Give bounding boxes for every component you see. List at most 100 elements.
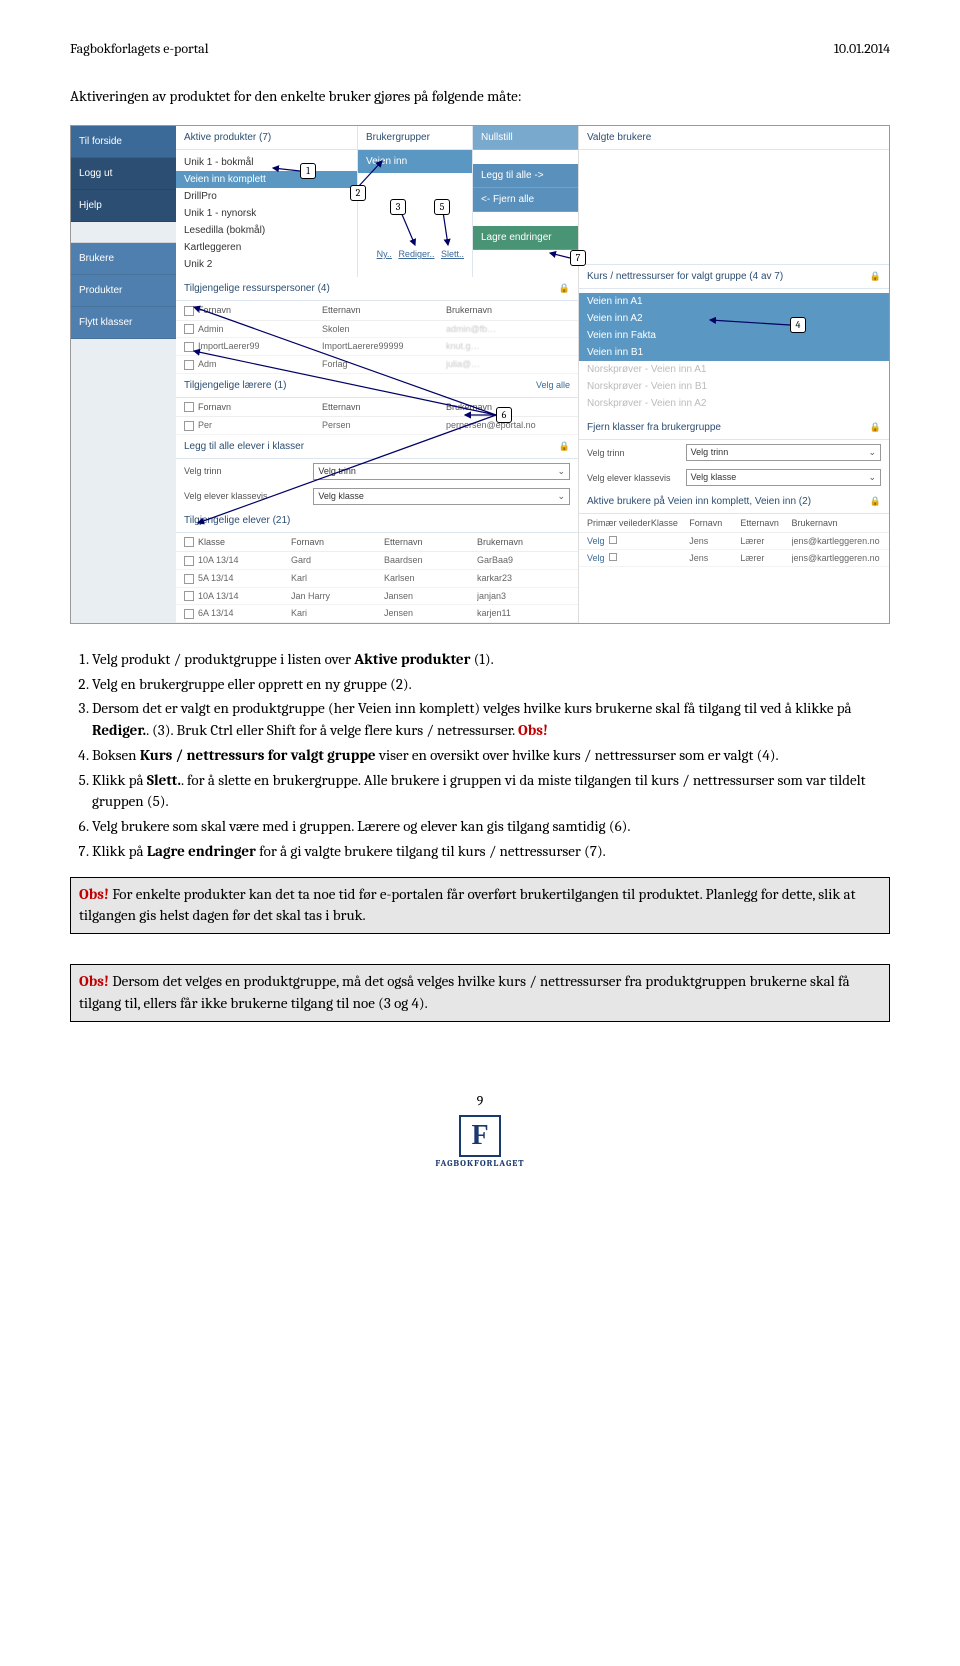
elever-head: Klasse Fornavn Etternavn Brukernavn xyxy=(176,533,578,553)
ressurs-head: Fornavn Etternavn Brukernavn xyxy=(176,301,578,321)
sidebar-item-produkter[interactable]: Produkter xyxy=(71,275,176,307)
leggtil-label-1: Velg elever klassevis xyxy=(184,491,307,501)
table-row[interactable]: AdminSkolenadmin@fb… xyxy=(176,321,578,339)
annot-2: 2 xyxy=(350,185,366,201)
kurs-title: Kurs / nettressurser for valgt gruppe (4… xyxy=(587,271,783,282)
publisher-logo: F FAGBOKFORLAGET xyxy=(70,1115,890,1169)
annot-6: 6 xyxy=(496,407,512,423)
step-item: Klikk på Lagre endringer for å gi valgte… xyxy=(92,841,890,863)
action-buttons-panel: Nullstill Legg til alle -> <- Fjern alle… xyxy=(473,126,578,277)
kurs-item[interactable]: Veien inn A2 xyxy=(579,310,889,327)
kurs-item[interactable]: Norskprøver - Veien inn A1 xyxy=(579,361,889,378)
table-row[interactable]: Velg JensLærerjens@kartleggeren.no xyxy=(579,550,889,567)
sidebar-item-hjelp[interactable]: Hjelp xyxy=(71,190,176,222)
table-row[interactable]: 5A 13/14KarlKarlsenkarkar23 xyxy=(176,570,578,588)
app-sidebar: Til forside Logg ut Hjelp Brukere Produk… xyxy=(71,126,176,623)
group-ny-link[interactable]: Ny.. xyxy=(377,249,392,259)
step-item: Velg en brukergruppe eller opprett en ny… xyxy=(92,674,890,696)
fjern-select-1[interactable]: Velg klasse xyxy=(686,469,881,486)
sidebar-item-loggut[interactable]: Logg ut xyxy=(71,158,176,190)
fjern-label-0: Velg trinn xyxy=(587,448,680,458)
th-etternavn: Etternavn xyxy=(322,402,446,413)
product-item[interactable]: Unik 1 - bokmål xyxy=(176,154,357,171)
annot-3: 3 xyxy=(390,199,406,215)
product-item[interactable]: Veien inn komplett xyxy=(176,171,357,188)
th-fornavn: Fornavn xyxy=(198,305,322,316)
kurs-item[interactable]: Veien inn B1 xyxy=(579,344,889,361)
lock-icon xyxy=(870,271,881,282)
annot-5: 5 xyxy=(434,199,450,215)
laerere-title: Tilgjengelige lærere (1) xyxy=(184,380,286,391)
product-item[interactable]: Unik 1 - nynorsk xyxy=(176,205,357,222)
kurs-item[interactable]: Veien inn A1 xyxy=(579,293,889,310)
header-right: 10.01.2014 xyxy=(834,40,890,57)
groups-title: Brukergrupper xyxy=(366,132,430,143)
th-pv: Primær veileder xyxy=(587,518,651,528)
fjern-alle-button[interactable]: <- Fjern alle xyxy=(473,188,578,212)
lagre-button[interactable]: Lagre endringer xyxy=(473,226,578,250)
table-row[interactable]: AdmForlagjulia@… xyxy=(176,356,578,374)
product-item[interactable]: DrillPro xyxy=(176,188,357,205)
products-title: Aktive produkter (7) xyxy=(184,132,271,143)
fjern-title: Fjern klasser fra brukergruppe xyxy=(587,422,721,433)
leggtil-row-1: Velg elever klassevis Velg klasse xyxy=(176,484,578,509)
product-item[interactable]: Unik 2 xyxy=(176,256,357,273)
center-column: Aktive produkter (7) Unik 1 - bokmålVeie… xyxy=(176,126,579,623)
products-panel: Aktive produkter (7) Unik 1 - bokmålVeie… xyxy=(176,126,358,277)
legg-til-alle-button[interactable]: Legg til alle -> xyxy=(473,164,578,188)
fjern-row-1: Velg elever klassevis Velg klasse xyxy=(579,465,889,490)
group-rediger-link[interactable]: Rediger.. xyxy=(398,249,434,259)
table-row[interactable]: Velg JensLærerjens@kartleggeren.no xyxy=(579,533,889,550)
fjern-select-0[interactable]: Velg trinn xyxy=(686,444,881,461)
step-item: Dersom det er valgt en produktgruppe (he… xyxy=(92,698,890,742)
table-row[interactable]: 10A 13/14Jan HarryJansenjanjan3 xyxy=(176,588,578,606)
table-row[interactable]: ImportLaerer99ImportLaerere99999knut.g… xyxy=(176,338,578,356)
sidebar-item-brukere[interactable]: Brukere xyxy=(71,243,176,275)
product-item[interactable]: Lesedilla (bokmål) xyxy=(176,222,357,239)
aktive-title: Aktive brukere på Veien inn komplett, Ve… xyxy=(587,496,811,507)
logo-mark: F xyxy=(459,1115,501,1157)
aktive-head: Primær veileder Klasse Fornavn Etternavn… xyxy=(579,514,889,533)
valgte-title: Valgte brukere xyxy=(587,132,651,143)
aktive-title-row: Aktive brukere på Veien inn komplett, Ve… xyxy=(579,490,889,514)
group-item[interactable]: Veien inn xyxy=(358,150,472,173)
leggtil-label-0: Velg trinn xyxy=(184,466,307,476)
kurs-item[interactable]: Veien inn Fakta xyxy=(579,327,889,344)
sidebar-item-forside[interactable]: Til forside xyxy=(71,126,176,158)
products-list[interactable]: Unik 1 - bokmålVeien inn komplettDrillPr… xyxy=(176,150,357,277)
lock-icon xyxy=(870,422,881,433)
table-row[interactable]: 6A 13/14KariJensenkarjen11 xyxy=(176,605,578,623)
th-klasse: Klasse xyxy=(651,518,689,528)
leggtil-title-row: Legg til alle elever i klasser xyxy=(176,435,578,459)
lock-icon xyxy=(559,441,570,452)
header-left: Fagbokforlagets e-portal xyxy=(70,40,209,57)
th-fornavn: Fornavn xyxy=(689,518,740,528)
sidebar-item-flytt[interactable]: Flytt klasser xyxy=(71,307,176,339)
velg-alle-link[interactable]: Velg alle xyxy=(536,380,570,390)
group-slett-link[interactable]: Slett.. xyxy=(441,249,464,259)
callout-2: Obs! Dersom det velges en produktgruppe,… xyxy=(70,964,890,1022)
table-row[interactable]: PerPersenperpersen@eportal.no xyxy=(176,417,578,435)
th-klasse: Klasse xyxy=(198,537,291,548)
leggtil-row-0: Velg trinn Velg trinn xyxy=(176,459,578,484)
leggtil-select-0[interactable]: Velg trinn xyxy=(313,463,570,480)
kurs-title-row: Kurs / nettressurser for valgt gruppe (4… xyxy=(579,265,889,289)
step-item: Velg produkt / produktgruppe i listen ov… xyxy=(92,649,890,671)
ressurs-rows: AdminSkolenadmin@fb…ImportLaerer99Import… xyxy=(176,321,578,374)
leggtil-select-1[interactable]: Velg klasse xyxy=(313,488,570,505)
th-etternavn: Etternavn xyxy=(322,305,446,316)
elever-rows: 10A 13/14GardBaardsenGarBaa95A 13/14Karl… xyxy=(176,552,578,623)
kurs-item[interactable]: Norskprøver - Veien inn B1 xyxy=(579,378,889,395)
th-brukernavn: Brukernavn xyxy=(477,537,570,548)
kurs-list[interactable]: Veien inn A1Veien inn A2Veien inn FaktaV… xyxy=(579,289,889,416)
page-number: 9 xyxy=(70,1092,890,1109)
app-screenshot: Til forside Logg ut Hjelp Brukere Produk… xyxy=(70,125,890,624)
kurs-item[interactable]: Norskprøver - Veien inn A2 xyxy=(579,395,889,412)
logo-text: FAGBOKFORLAGET xyxy=(435,1159,524,1169)
nullstill-button[interactable]: Nullstill xyxy=(473,126,578,150)
step-item: Boksen Kurs / nettressurs for valgt grup… xyxy=(92,745,890,767)
product-item[interactable]: Kartleggeren xyxy=(176,239,357,256)
table-row[interactable]: 10A 13/14GardBaardsenGarBaa9 xyxy=(176,552,578,570)
screenshot-container: Til forside Logg ut Hjelp Brukere Produk… xyxy=(70,125,890,624)
aktive-rows: Velg JensLærerjens@kartleggeren.noVelg J… xyxy=(579,533,889,567)
